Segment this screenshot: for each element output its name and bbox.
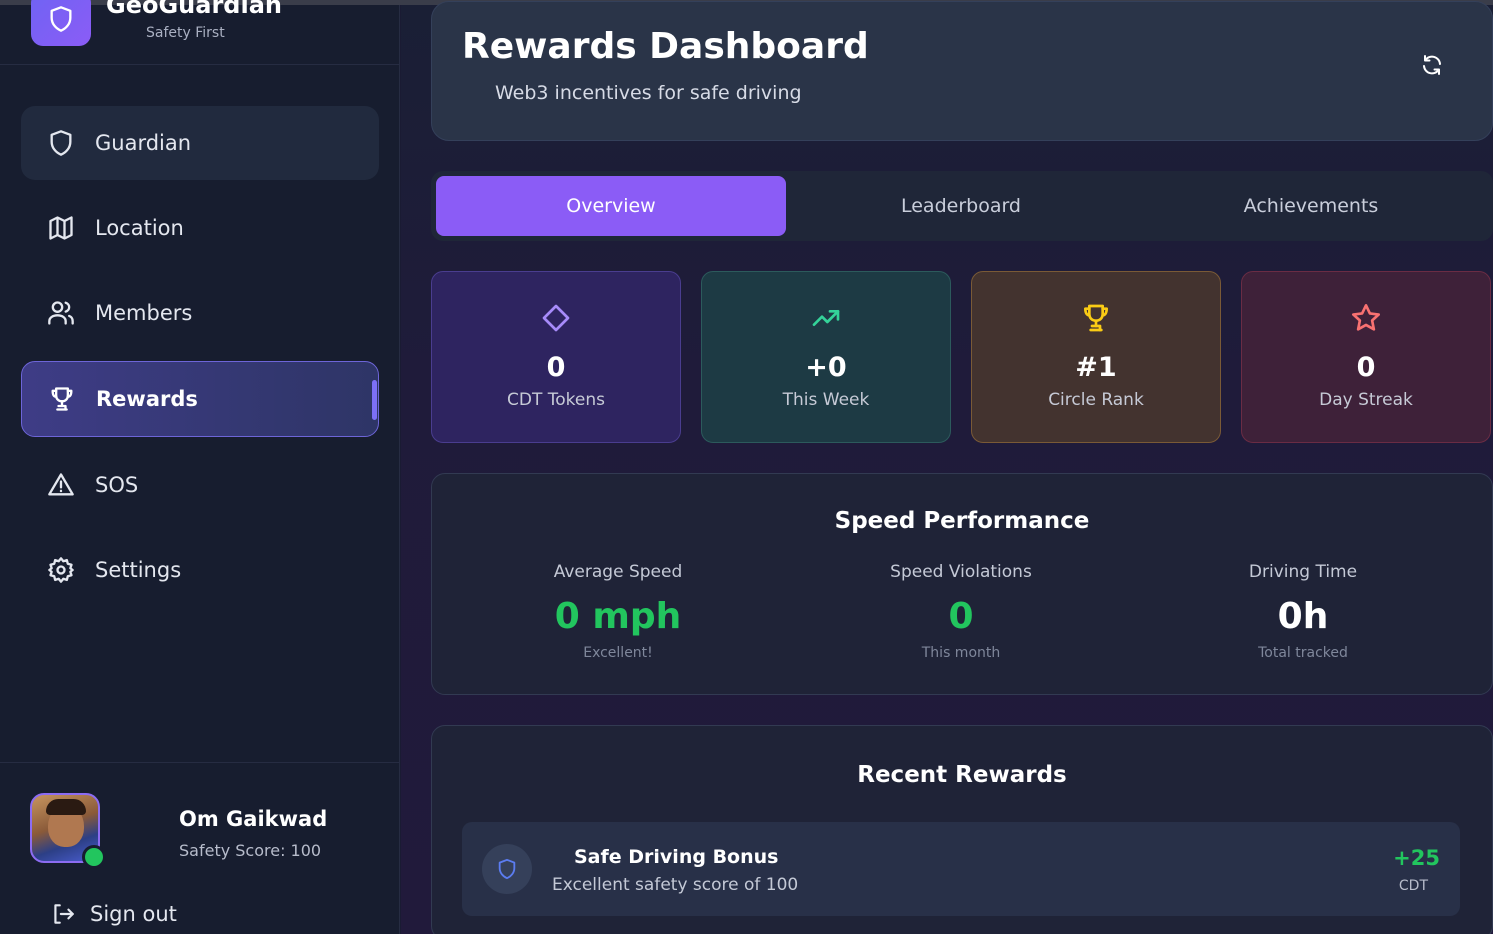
trending-up-icon bbox=[812, 310, 840, 326]
shield-icon bbox=[498, 858, 516, 880]
sidebar-item-label: Guardian bbox=[95, 131, 192, 155]
reward-amount: +25 bbox=[1393, 846, 1440, 870]
sidebar-item-guardian[interactable]: Guardian bbox=[21, 106, 379, 180]
brand-header: GeoGuardian Safety First bbox=[0, 0, 400, 65]
trophy-icon bbox=[1084, 304, 1108, 332]
stat-value: 0 bbox=[1356, 352, 1376, 383]
gear-icon bbox=[48, 557, 74, 583]
metric-driving-time: Driving Time 0h Total tracked bbox=[1133, 562, 1473, 661]
stat-card-cdt-tokens: 0 CDT Tokens bbox=[431, 271, 681, 443]
sidebar-item-label: Members bbox=[95, 301, 193, 325]
reward-unit: CDT bbox=[1398, 878, 1428, 894]
main-content: Rewards Dashboard Web3 incentives for sa… bbox=[401, 1, 1493, 934]
metric-value: 0 bbox=[948, 596, 974, 637]
stat-label: Day Streak bbox=[1319, 390, 1413, 410]
metric-label: Driving Time bbox=[1248, 562, 1358, 582]
users-icon bbox=[48, 301, 74, 325]
trophy-icon bbox=[51, 387, 73, 411]
user-name: Om Gaikwad bbox=[179, 807, 328, 831]
stat-card-circle-rank: #1 Circle Rank bbox=[971, 271, 1221, 443]
metric-speed-violations: Speed Violations 0 This month bbox=[791, 562, 1131, 661]
shield-icon bbox=[50, 130, 72, 156]
metric-subtext: This month bbox=[921, 645, 1001, 661]
brand-name: GeoGuardian bbox=[106, 0, 282, 19]
avatar-hair bbox=[46, 799, 86, 815]
sign-out-label: Sign out bbox=[90, 902, 177, 926]
sidebar-item-label: SOS bbox=[95, 473, 139, 497]
stat-card-day-streak: 0 Day Streak bbox=[1241, 271, 1491, 443]
sidebar-item-label: Rewards bbox=[96, 387, 198, 411]
stat-label: This Week bbox=[782, 390, 870, 410]
tab-achievements[interactable]: Achievements bbox=[1136, 176, 1486, 236]
stat-value: #1 bbox=[1075, 352, 1117, 383]
reward-name: Safe Driving Bonus bbox=[574, 846, 779, 868]
sidebar-item-rewards[interactable]: Rewards bbox=[21, 361, 379, 437]
page-header: Rewards Dashboard Web3 incentives for sa… bbox=[431, 1, 1493, 141]
sidebar-item-settings[interactable]: Settings bbox=[21, 533, 379, 607]
sidebar-item-members[interactable]: Members bbox=[21, 276, 379, 350]
sidebar-item-label: Settings bbox=[95, 558, 182, 582]
alert-triangle-icon bbox=[48, 473, 74, 496]
refresh-button[interactable] bbox=[1417, 50, 1447, 80]
page-title: Rewards Dashboard bbox=[462, 26, 869, 67]
shield-icon bbox=[50, 5, 72, 32]
metric-subtext: Total tracked bbox=[1258, 645, 1348, 661]
brand-tagline: Safety First bbox=[146, 25, 225, 41]
stat-card-this-week: +0 This Week bbox=[701, 271, 951, 443]
reward-icon-badge bbox=[482, 844, 532, 894]
tab-leaderboard[interactable]: Leaderboard bbox=[786, 176, 1136, 236]
sidebar-item-label: Location bbox=[95, 216, 184, 240]
sidebar: GeoGuardian Safety First Guardian Locati… bbox=[0, 0, 400, 934]
brand-logo bbox=[31, 0, 91, 46]
user-safety-score: Safety Score: 100 bbox=[179, 841, 322, 860]
map-icon bbox=[49, 216, 73, 240]
sign-out-button[interactable]: Sign out bbox=[50, 901, 177, 927]
page-subtitle: Web3 incentives for safe driving bbox=[495, 82, 802, 104]
metric-subtext: Excellent! bbox=[583, 645, 653, 661]
reward-description: Excellent safety score of 100 bbox=[552, 875, 799, 895]
metric-label: Average Speed bbox=[553, 562, 683, 582]
sidebar-item-location[interactable]: Location bbox=[21, 191, 379, 265]
diamond-icon bbox=[542, 304, 570, 332]
online-status-indicator bbox=[82, 845, 106, 869]
sidebar-item-sos[interactable]: SOS bbox=[21, 448, 379, 522]
tab-bar: Overview Leaderboard Achievements bbox=[431, 171, 1493, 241]
sign-out-icon bbox=[54, 904, 74, 924]
star-icon bbox=[1352, 304, 1380, 331]
stat-label: Circle Rank bbox=[1048, 390, 1144, 410]
metric-value: 0h bbox=[1277, 596, 1329, 637]
tab-overview[interactable]: Overview bbox=[436, 176, 786, 236]
speed-performance-panel: Speed Performance Average Speed 0 mph Ex… bbox=[431, 473, 1493, 695]
stat-value: +0 bbox=[805, 352, 847, 383]
panel-title: Speed Performance bbox=[834, 508, 1090, 534]
stat-value: 0 bbox=[546, 352, 566, 383]
user-profile: Om Gaikwad Safety Score: 100 Sign out bbox=[0, 762, 400, 934]
refresh-icon bbox=[1423, 55, 1441, 75]
metric-average-speed: Average Speed 0 mph Excellent! bbox=[448, 562, 788, 661]
panel-title: Recent Rewards bbox=[857, 762, 1067, 788]
metric-value: 0 mph bbox=[554, 596, 682, 637]
stat-label: CDT Tokens bbox=[507, 390, 605, 410]
recent-rewards-panel: Recent Rewards Safe Driving Bonus Excell… bbox=[431, 725, 1493, 934]
metric-label: Speed Violations bbox=[890, 562, 1032, 582]
active-indicator bbox=[372, 380, 377, 420]
list-item[interactable]: Safe Driving Bonus Excellent safety scor… bbox=[462, 822, 1460, 916]
